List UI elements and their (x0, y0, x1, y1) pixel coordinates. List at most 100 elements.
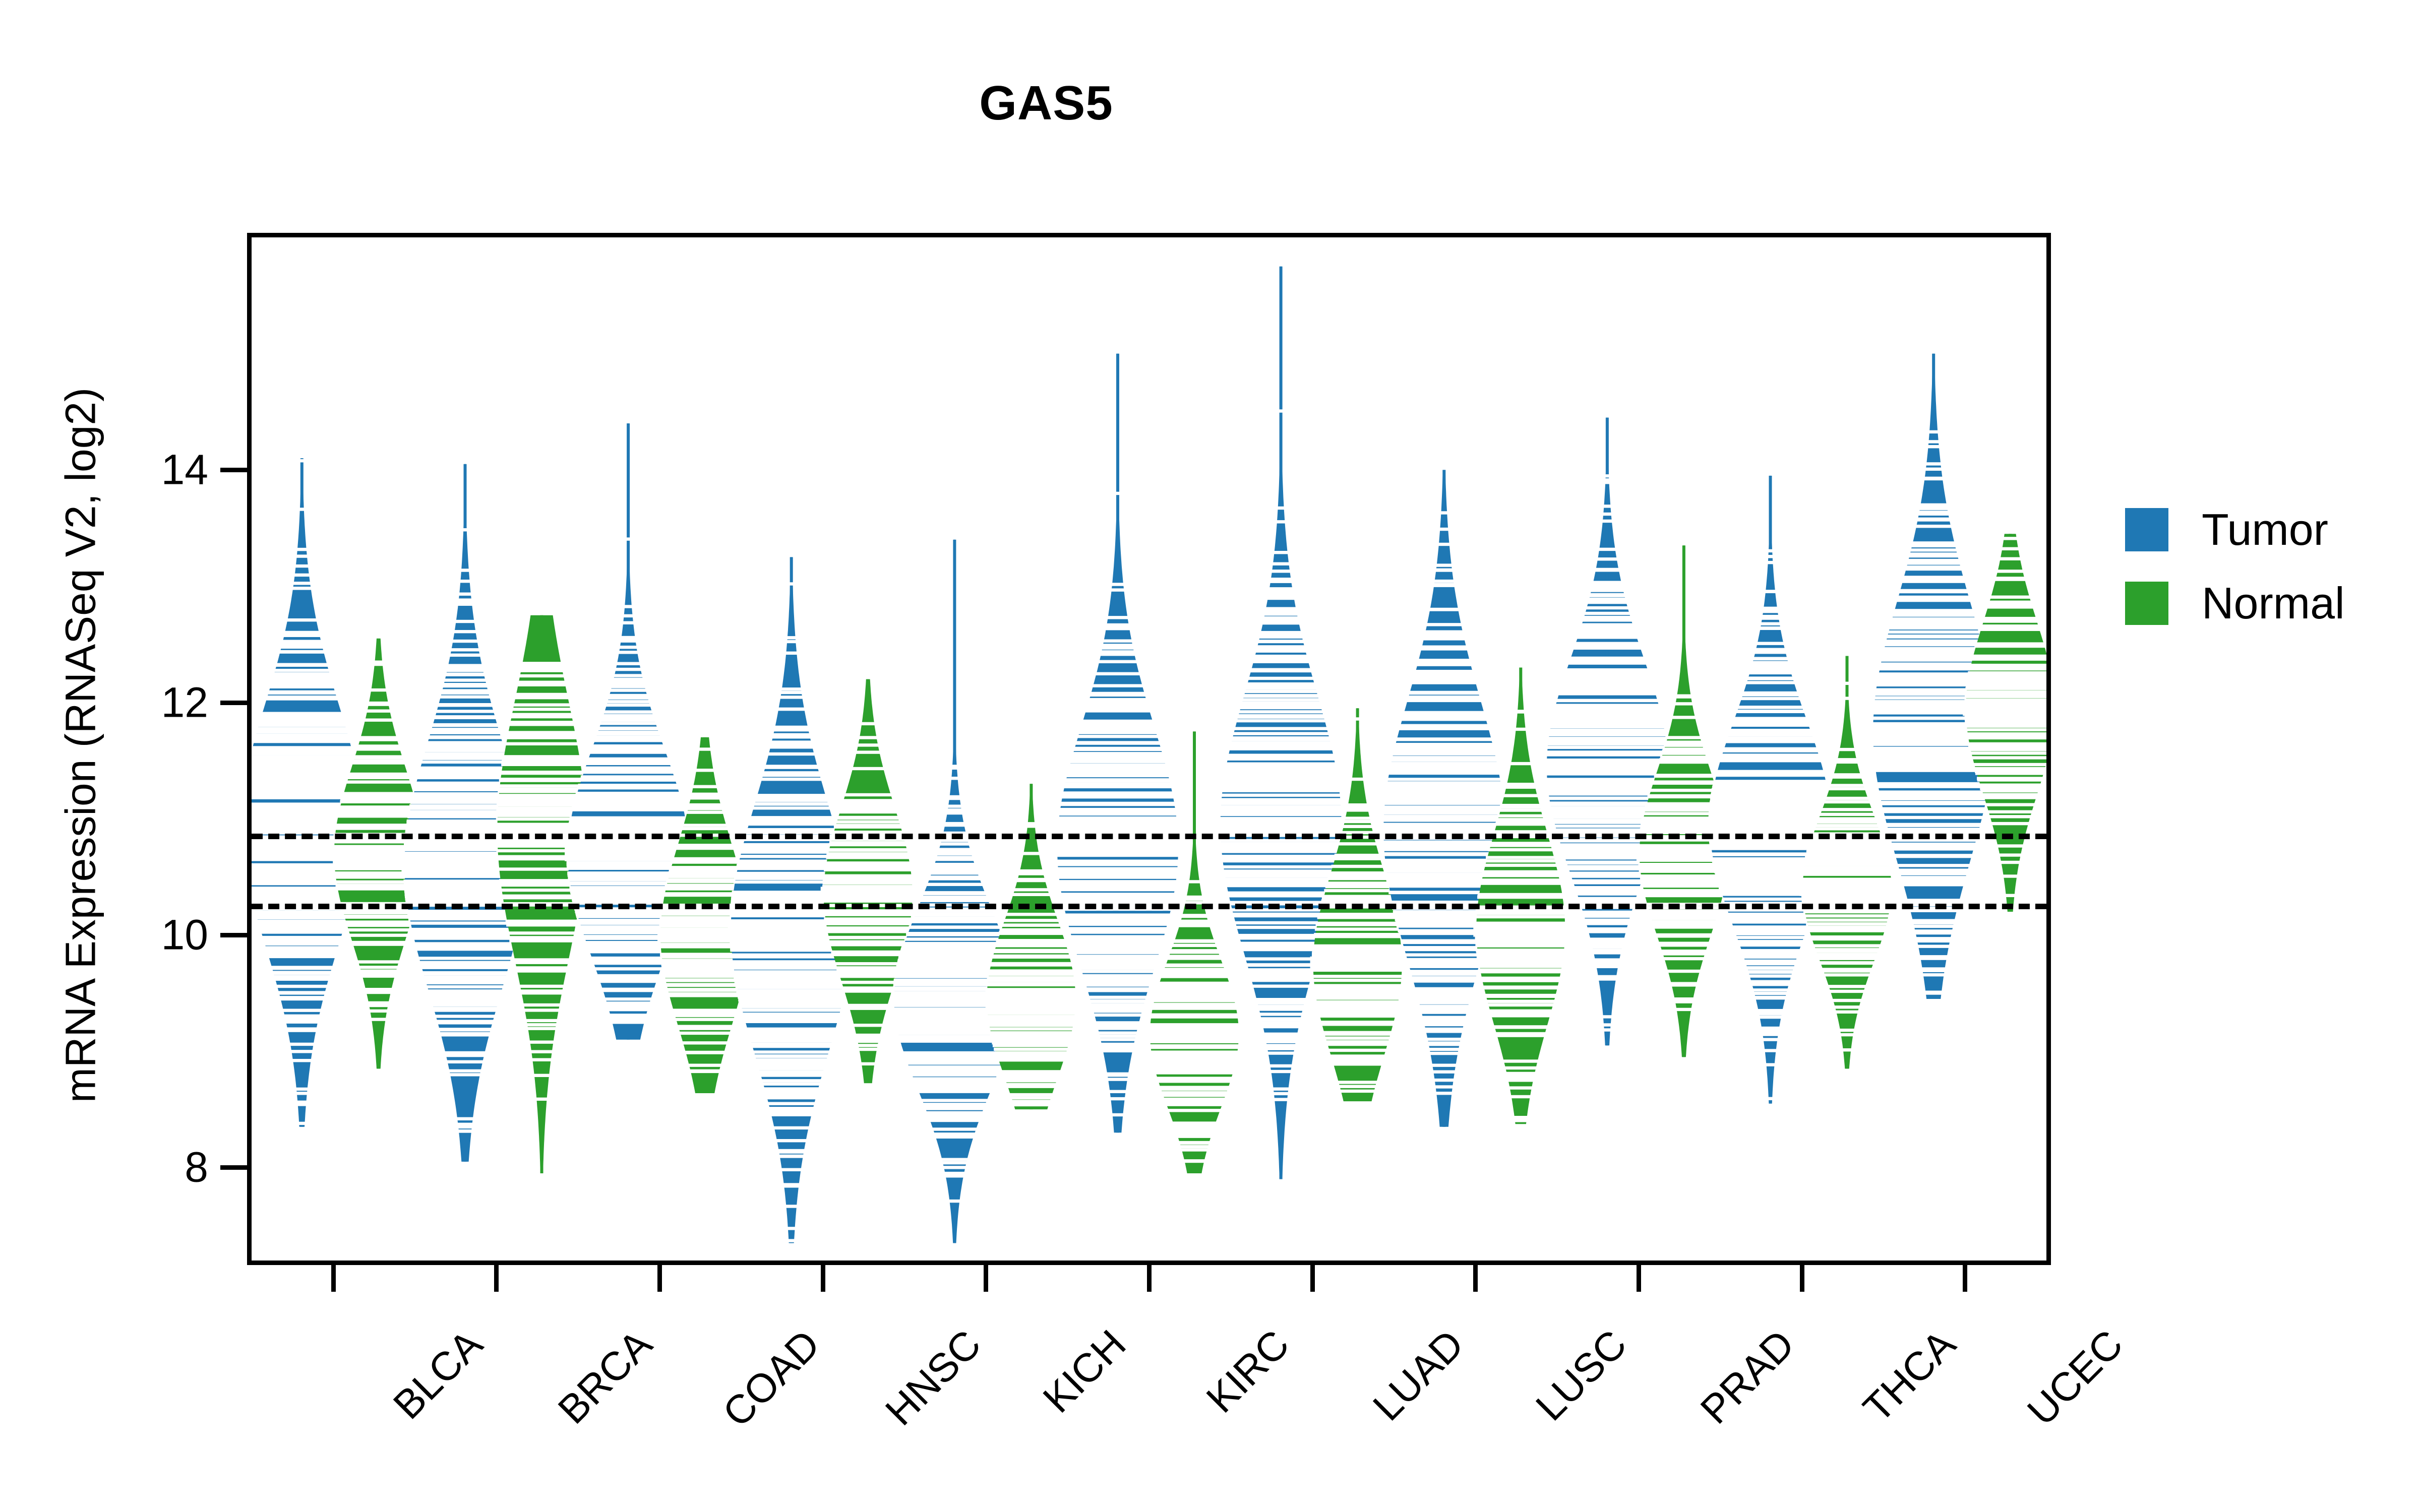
sample-strip (937, 851, 973, 854)
sample-strip (1237, 714, 1325, 718)
bean-group (1707, 475, 1834, 1104)
legend-item-normal[interactable]: Normal (2125, 578, 2345, 629)
sample-strip (284, 1018, 320, 1021)
sample-strip (345, 780, 412, 784)
sample-strip (252, 785, 361, 788)
sample-strip (1249, 669, 1312, 673)
sample-strip (944, 1174, 965, 1178)
sample-strip (414, 945, 516, 949)
sample-strip (1733, 717, 1808, 720)
sample-strip (1835, 1010, 1859, 1014)
sample-strip (1085, 987, 1150, 991)
sample-strip (1424, 1029, 1464, 1032)
sample-strip (600, 717, 656, 721)
sample-strip (589, 750, 668, 754)
sample-strip (1817, 817, 1877, 821)
sample-strip (1709, 812, 1832, 816)
sample-strip (1919, 957, 1948, 960)
sample-strip (762, 1082, 821, 1086)
sample-strip (618, 646, 638, 649)
sample-strip (1641, 884, 1727, 888)
sample-strip (1411, 978, 1477, 981)
sample-strip (1072, 944, 1163, 948)
sample-strip (252, 748, 354, 752)
sample-strip (1915, 937, 1952, 940)
sample-strip (823, 913, 913, 916)
sample-strip (754, 798, 829, 802)
sample-strip (531, 1058, 553, 1061)
sample-strip (439, 695, 491, 699)
sample-strip (1261, 1025, 1300, 1029)
sample-strip (1994, 578, 2026, 581)
sample-strip (266, 695, 338, 699)
sample-strip (1011, 893, 1051, 896)
sample-strip (1968, 745, 2046, 748)
sample-strip (1712, 788, 1829, 791)
sample-strip (1221, 785, 1341, 789)
sample-strip (1675, 694, 1692, 698)
sample-strip (1244, 957, 1318, 961)
sample-strip (824, 917, 913, 921)
sample-strip (1552, 709, 1662, 713)
sample-strip (408, 917, 522, 921)
sample-strip (904, 937, 1005, 941)
sample-strip (1219, 805, 1343, 809)
sample-strip (937, 848, 972, 851)
sample-strip (438, 1028, 492, 1032)
sample-strip (588, 949, 669, 953)
sample-strip (1762, 1038, 1779, 1041)
sample-strip (1882, 650, 1985, 654)
sample-strip (366, 709, 392, 713)
sample-strip (1240, 701, 1321, 705)
sample-strip (1477, 893, 1564, 897)
sample-strip (509, 721, 575, 724)
sample-strip (1267, 587, 1294, 591)
sample-strip (1756, 642, 1785, 645)
sample-strip (1059, 886, 1177, 890)
sample-strip (912, 916, 997, 920)
sample-strip (1220, 847, 1342, 851)
sample-strip (1173, 1126, 1216, 1129)
sample-strip (1923, 477, 1944, 481)
sample-strip (1476, 952, 1565, 956)
sample-strip (1164, 1101, 1225, 1105)
sample-strip (1803, 863, 1891, 866)
sample-strip (1582, 617, 1632, 620)
sample-strip (822, 878, 914, 882)
sample-strip (736, 989, 846, 993)
sample-strip (260, 713, 343, 716)
sample-strip (526, 1023, 558, 1027)
sample-strip (1401, 939, 1488, 942)
sample-strip (1267, 590, 1295, 594)
sample-strip (355, 747, 401, 751)
reference-line (252, 903, 2046, 909)
sample-strip (1550, 721, 1665, 725)
sample-strip (785, 636, 797, 640)
sample-strip (914, 1082, 995, 1086)
sample-strip (1314, 927, 1401, 931)
sample-strip (1590, 940, 1625, 943)
sample-strip (429, 731, 501, 734)
sample-strip (1312, 975, 1403, 978)
sample-strip (1892, 612, 1975, 616)
sample-strip (1572, 646, 1642, 650)
median-band (1310, 956, 1405, 972)
sample-strip (609, 688, 647, 692)
sample-strip (987, 972, 1075, 976)
sample-strip (1985, 803, 2036, 806)
sample-strip (987, 1018, 1076, 1022)
sample-strip (1822, 969, 1872, 973)
sample-strip (995, 1051, 1068, 1054)
sample-strip (986, 1009, 1077, 1012)
x-tick-label: COAD (714, 1321, 828, 1436)
sample-strip (1272, 1092, 1290, 1096)
sample-strip (254, 910, 350, 914)
sample-strip (370, 688, 388, 692)
legend-item-tumor[interactable]: Tumor (2125, 504, 2345, 555)
sample-strip (1604, 478, 1611, 482)
sample-strip (1009, 1093, 1054, 1097)
sample-strip (902, 1051, 1007, 1055)
sample-strip (1821, 808, 1873, 811)
sample-strip (1516, 710, 1526, 713)
sample-strip (1482, 985, 1559, 989)
